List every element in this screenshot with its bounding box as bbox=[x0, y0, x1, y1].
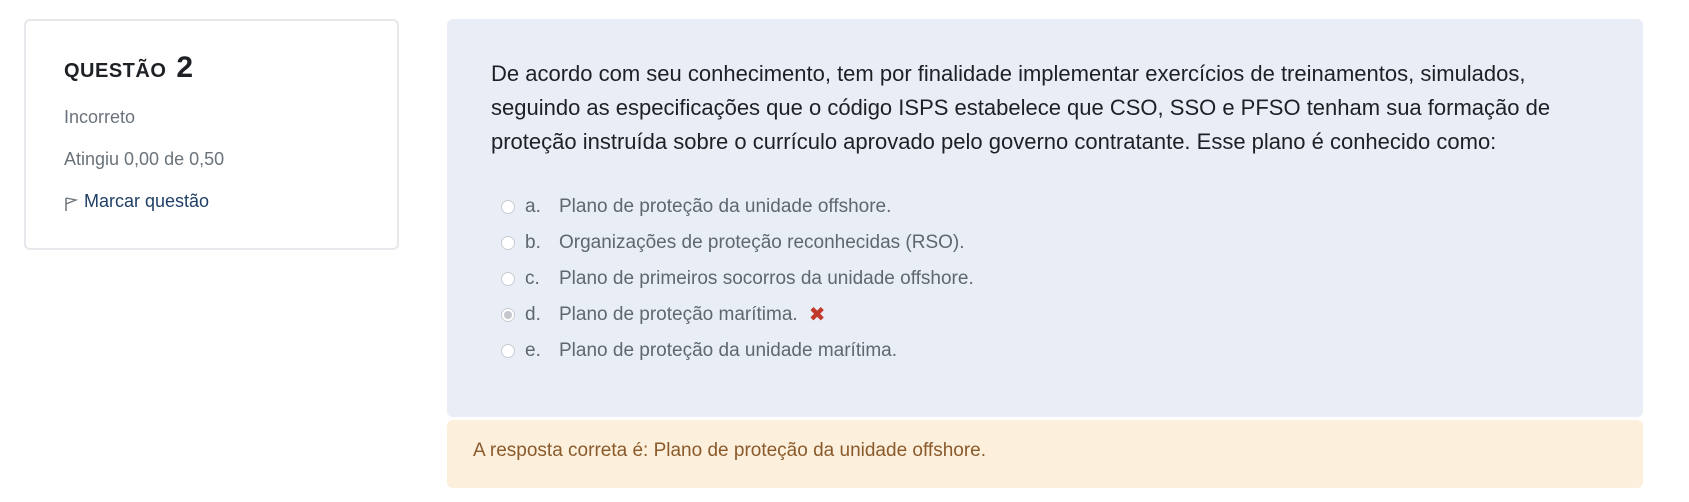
answer-option-e[interactable]: e. Plano de proteção da unidade marítima… bbox=[491, 333, 1599, 369]
answer-option-b[interactable]: b. Organizações de proteção reconhecidas… bbox=[491, 225, 1599, 261]
answer-option-c[interactable]: c. Plano de primeiros socorros da unidad… bbox=[491, 261, 1599, 297]
radio-button[interactable] bbox=[501, 236, 515, 250]
question-content: De acordo com seu conhecimento, tem por … bbox=[447, 19, 1643, 417]
question-word: QUESTÃO bbox=[64, 60, 167, 82]
option-letter: e. bbox=[525, 340, 541, 361]
flag-question-label[interactable]: Marcar questão bbox=[84, 191, 209, 212]
option-text: Plano de proteção da unidade offshore. bbox=[559, 196, 892, 217]
option-text: Organizações de proteção reconhecidas (R… bbox=[559, 232, 965, 253]
option-letter: b. bbox=[525, 232, 541, 253]
option-text: Plano de primeiros socorros da unidade o… bbox=[559, 268, 974, 289]
radio-button[interactable] bbox=[501, 344, 515, 358]
radio-button[interactable] bbox=[501, 200, 515, 214]
question-info-panel: QUESTÃO 2 Incorreto Atingiu 0,00 de 0,50… bbox=[24, 19, 399, 250]
option-text: Plano de proteção marítima. bbox=[559, 304, 798, 325]
radio-button[interactable] bbox=[501, 272, 515, 286]
option-letter: c. bbox=[525, 268, 540, 289]
question-text: De acordo com seu conhecimento, tem por … bbox=[491, 61, 1551, 154]
option-text: Plano de proteção da unidade marítima. bbox=[559, 340, 897, 361]
radio-button-selected[interactable] bbox=[501, 308, 515, 322]
flag-icon bbox=[64, 196, 79, 212]
question-state: Incorreto bbox=[64, 107, 136, 127]
question-number: 2 bbox=[176, 51, 194, 84]
answer-option-d[interactable]: d. Plano de proteção marítima. ✖ bbox=[491, 297, 1599, 333]
correct-answer-feedback: A resposta correta é: Plano de proteção … bbox=[447, 420, 1643, 488]
wrong-x-icon: ✖ bbox=[808, 304, 826, 326]
answer-option-a[interactable]: a. Plano de proteção da unidade offshore… bbox=[491, 189, 1599, 225]
option-letter: a. bbox=[525, 196, 541, 217]
answer-options: a. Plano de proteção da unidade offshore… bbox=[491, 189, 1599, 369]
question-heading: QUESTÃO 2 bbox=[64, 51, 397, 85]
flag-question-link[interactable]: Marcar questão bbox=[64, 191, 397, 212]
question-grade: Atingiu 0,00 de 0,50 bbox=[64, 149, 225, 169]
option-letter: d. bbox=[525, 304, 541, 325]
correct-answer-text: A resposta correta é: Plano de proteção … bbox=[473, 440, 986, 461]
